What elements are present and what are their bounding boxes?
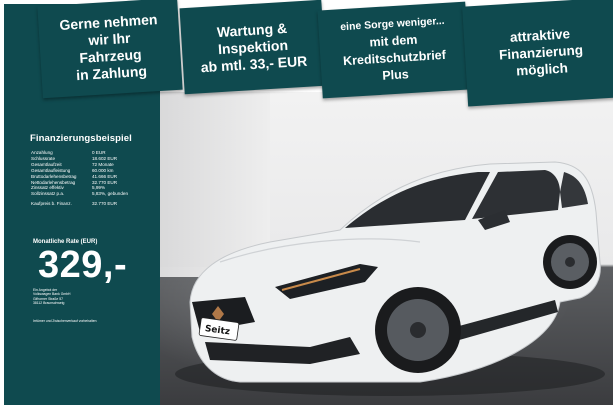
banner-trade-in: Gerne nehmen wir Ihr Fahrzeug in Zahlung [37,0,183,99]
car-illustration: Seitz [175,161,605,396]
front-hub [410,322,426,338]
ad-canvas: Seitz Finanzierungsbeispiel Anzahlung 0 … [0,0,613,405]
banner-credit-protection: eine Sorge weniger... mit dem Kreditschu… [317,1,471,99]
banner-financing: attraktive Finanzierung möglich [462,0,613,107]
finance-title: Finanzierungsbeispiel [30,133,132,144]
car-photo: Seitz [160,92,613,405]
finance-value: 5,83%, gebunden [92,191,129,197]
finance-table: Anzahlung 0 EUR Schlussrate 18.602 EUR G… [31,150,156,207]
lender-info: Ein Angebot der Volkswagen Bank GmbH Gif… [33,288,143,306]
finance-label: Sollzinssatz p.a. [31,191,65,197]
finance-row: Sollzinssatz p.a. 5,83%, gebunden [31,191,156,197]
banner-maintenance: Wartung & Inspektion ab mtl. 33,- EUR [179,0,327,95]
disclaimer: Irrtümer und Zwischenverkauf vorbehalten [33,319,97,323]
monthly-rate-value: 329,- [38,244,128,286]
purchase-price-label: Kaufpreis b. Finanz. [31,201,72,207]
lender-line: 38112 Braunschweig [33,301,65,306]
purchase-price-value: 32.770 EUR [92,201,118,207]
rear-hub [565,257,575,267]
purchase-price-row: Kaufpreis b. Finanz. 32.770 EUR [31,201,156,207]
